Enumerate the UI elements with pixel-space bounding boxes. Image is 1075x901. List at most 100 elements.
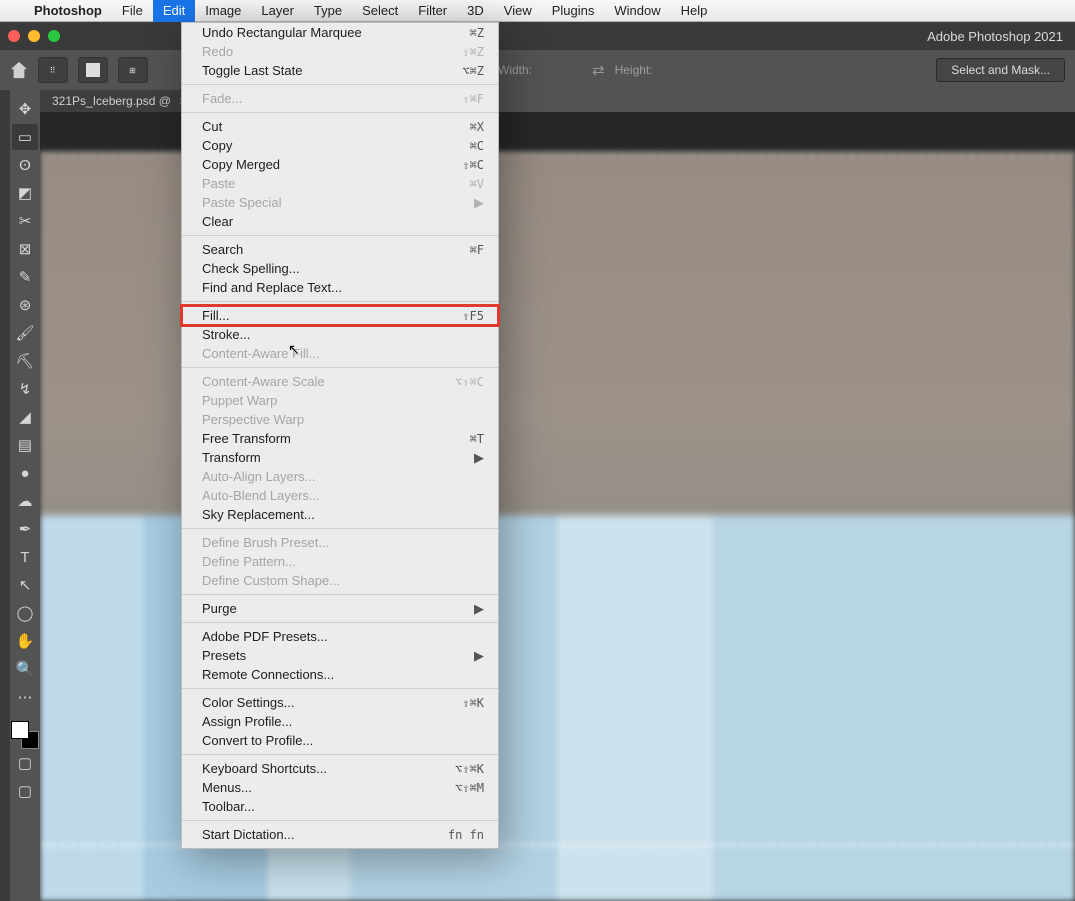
menu-separator — [182, 367, 498, 368]
document-tab[interactable]: 321Ps_Iceberg.psd @ × — [40, 90, 199, 112]
swap-dimensions-icon[interactable]: ⇄ — [592, 61, 605, 79]
menubar-item-layer[interactable]: Layer — [251, 0, 304, 22]
healing-brush-tool[interactable]: ⊛ — [12, 292, 38, 318]
menu-item-cut[interactable]: Cut⌘X — [182, 117, 498, 136]
blur-tool[interactable]: ● — [12, 460, 38, 486]
menu-item-keyboard-shortcuts[interactable]: Keyboard Shortcuts...⌥⇧⌘K — [182, 759, 498, 778]
object-select-tool[interactable]: ◩ — [12, 180, 38, 206]
mac-menubar: Photoshop FileEditImageLayerTypeSelectFi… — [0, 0, 1075, 22]
menu-separator — [182, 301, 498, 302]
color-swatch[interactable] — [12, 722, 38, 748]
menubar-app[interactable]: Photoshop — [24, 0, 112, 22]
shortcut-label: ⇧⌘C — [462, 158, 484, 172]
menu-item-toggle-last-state[interactable]: Toggle Last State⌥⌘Z — [182, 61, 498, 80]
window-titlebar: Adobe Photoshop 2021 — [0, 22, 1075, 50]
shortcut-label: ⌥⇧⌘M — [455, 781, 484, 795]
panel-collapse-strip[interactable] — [0, 90, 10, 901]
hand-tool[interactable]: ✋ — [12, 628, 38, 654]
quickmask-icon[interactable]: ▢ — [12, 750, 38, 776]
shortcut-label: ⌘F — [470, 243, 484, 257]
marquee-tool[interactable]: ▭ — [12, 124, 38, 150]
menu-separator — [182, 594, 498, 595]
menu-item-presets[interactable]: Presets▶ — [182, 646, 498, 665]
menu-item-define-pattern: Define Pattern... — [182, 552, 498, 571]
menubar-item-filter[interactable]: Filter — [408, 0, 457, 22]
clone-stamp-tool[interactable]: ⛏ — [12, 348, 38, 374]
submenu-arrow-icon: ▶ — [474, 648, 484, 664]
gradient-tool[interactable]: ▤ — [12, 432, 38, 458]
menu-item-start-dictation[interactable]: Start Dictation...fn fn — [182, 825, 498, 844]
dodge-tool[interactable]: ☁ — [12, 488, 38, 514]
selection-new-icon[interactable] — [78, 57, 108, 83]
menu-item-search[interactable]: Search⌘F — [182, 240, 498, 259]
frame-tool[interactable]: ⊠ — [12, 236, 38, 262]
menubar-item-help[interactable]: Help — [671, 0, 718, 22]
pen-tool[interactable]: ✒ — [12, 516, 38, 542]
zoom-window-button[interactable] — [48, 30, 60, 42]
menu-item-check-spelling[interactable]: Check Spelling... — [182, 259, 498, 278]
menu-item-adobe-pdf-presets[interactable]: Adobe PDF Presets... — [182, 627, 498, 646]
home-icon[interactable] — [10, 61, 28, 79]
edit-menu-dropdown: Undo Rectangular Marquee⌘ZRedo⇧⌘ZToggle … — [181, 22, 499, 849]
menu-item-paste-special: Paste Special▶ — [182, 193, 498, 212]
menu-item-fill[interactable]: Fill...⇧F5 — [182, 306, 498, 325]
menubar-item-image[interactable]: Image — [195, 0, 251, 22]
options-bar: ⠿ ⊞ Width: ⇄ Height: Select and Mask... — [0, 50, 1075, 90]
minimize-window-button[interactable] — [28, 30, 40, 42]
menubar-item-select[interactable]: Select — [352, 0, 408, 22]
menubar-item-view[interactable]: View — [494, 0, 542, 22]
lasso-tool[interactable]: ʘ — [12, 152, 38, 178]
zoom-tool[interactable]: 🔍 — [12, 656, 38, 682]
menu-item-remote-connections[interactable]: Remote Connections... — [182, 665, 498, 684]
marquee-mode-dropdown[interactable]: ⠿ — [38, 57, 68, 83]
menu-item-paste: Paste⌘V — [182, 174, 498, 193]
edit-toolbar[interactable]: ⋯ — [12, 684, 38, 710]
menubar-item-plugins[interactable]: Plugins — [542, 0, 605, 22]
document-tab-label: 321Ps_Iceberg.psd @ — [52, 94, 171, 108]
menu-item-transform[interactable]: Transform▶ — [182, 448, 498, 467]
close-window-button[interactable] — [8, 30, 20, 42]
shortcut-label: ⇧⌘F — [462, 92, 484, 106]
menu-item-assign-profile[interactable]: Assign Profile... — [182, 712, 498, 731]
selection-add-icon[interactable]: ⊞ — [118, 57, 148, 83]
menu-item-copy-merged[interactable]: Copy Merged⇧⌘C — [182, 155, 498, 174]
menu-separator — [182, 688, 498, 689]
type-tool[interactable]: T — [12, 544, 38, 570]
menu-item-free-transform[interactable]: Free Transform⌘T — [182, 429, 498, 448]
eraser-tool[interactable]: ◢ — [12, 404, 38, 430]
menubar-item-window[interactable]: Window — [604, 0, 670, 22]
move-tool[interactable]: ✥ — [12, 96, 38, 122]
menu-item-toolbar[interactable]: Toolbar... — [182, 797, 498, 816]
menu-item-copy[interactable]: Copy⌘C — [182, 136, 498, 155]
shortcut-label: ⌘T — [470, 432, 484, 446]
menu-item-redo: Redo⇧⌘Z — [182, 42, 498, 61]
menubar-item-3d[interactable]: 3D — [457, 0, 494, 22]
menu-item-convert-to-profile[interactable]: Convert to Profile... — [182, 731, 498, 750]
menu-separator — [182, 84, 498, 85]
shortcut-label: ⌘Z — [470, 26, 484, 40]
menu-item-define-brush-preset: Define Brush Preset... — [182, 533, 498, 552]
eyedropper-tool[interactable]: ✎ — [12, 264, 38, 290]
menu-item-stroke[interactable]: Stroke... — [182, 325, 498, 344]
screenmode-icon[interactable]: ▢ — [12, 778, 38, 804]
brush-tool[interactable]: 🖌 — [12, 320, 38, 346]
menu-item-menus[interactable]: Menus...⌥⇧⌘M — [182, 778, 498, 797]
menu-item-clear[interactable]: Clear — [182, 212, 498, 231]
crop-tool[interactable]: ✂ — [12, 208, 38, 234]
menu-item-purge[interactable]: Purge▶ — [182, 599, 498, 618]
height-label: Height: — [615, 63, 653, 77]
menu-item-undo-rectangular-marquee[interactable]: Undo Rectangular Marquee⌘Z — [182, 23, 498, 42]
path-select-tool[interactable]: ↖ — [12, 572, 38, 598]
menu-item-sky-replacement[interactable]: Sky Replacement... — [182, 505, 498, 524]
menubar-item-type[interactable]: Type — [304, 0, 352, 22]
menubar-item-edit[interactable]: Edit — [153, 0, 195, 22]
menubar-item-file[interactable]: File — [112, 0, 153, 22]
shape-tool[interactable]: ◯ — [12, 600, 38, 626]
menu-item-content-aware-scale: Content-Aware Scale⌥⇧⌘C — [182, 372, 498, 391]
shortcut-label: ⌘C — [470, 139, 484, 153]
menu-item-find-and-replace-text[interactable]: Find and Replace Text... — [182, 278, 498, 297]
history-brush-tool[interactable]: ↯ — [12, 376, 38, 402]
menu-item-color-settings[interactable]: Color Settings...⇧⌘K — [182, 693, 498, 712]
submenu-arrow-icon: ▶ — [474, 195, 484, 211]
select-and-mask-button[interactable]: Select and Mask... — [936, 58, 1065, 82]
